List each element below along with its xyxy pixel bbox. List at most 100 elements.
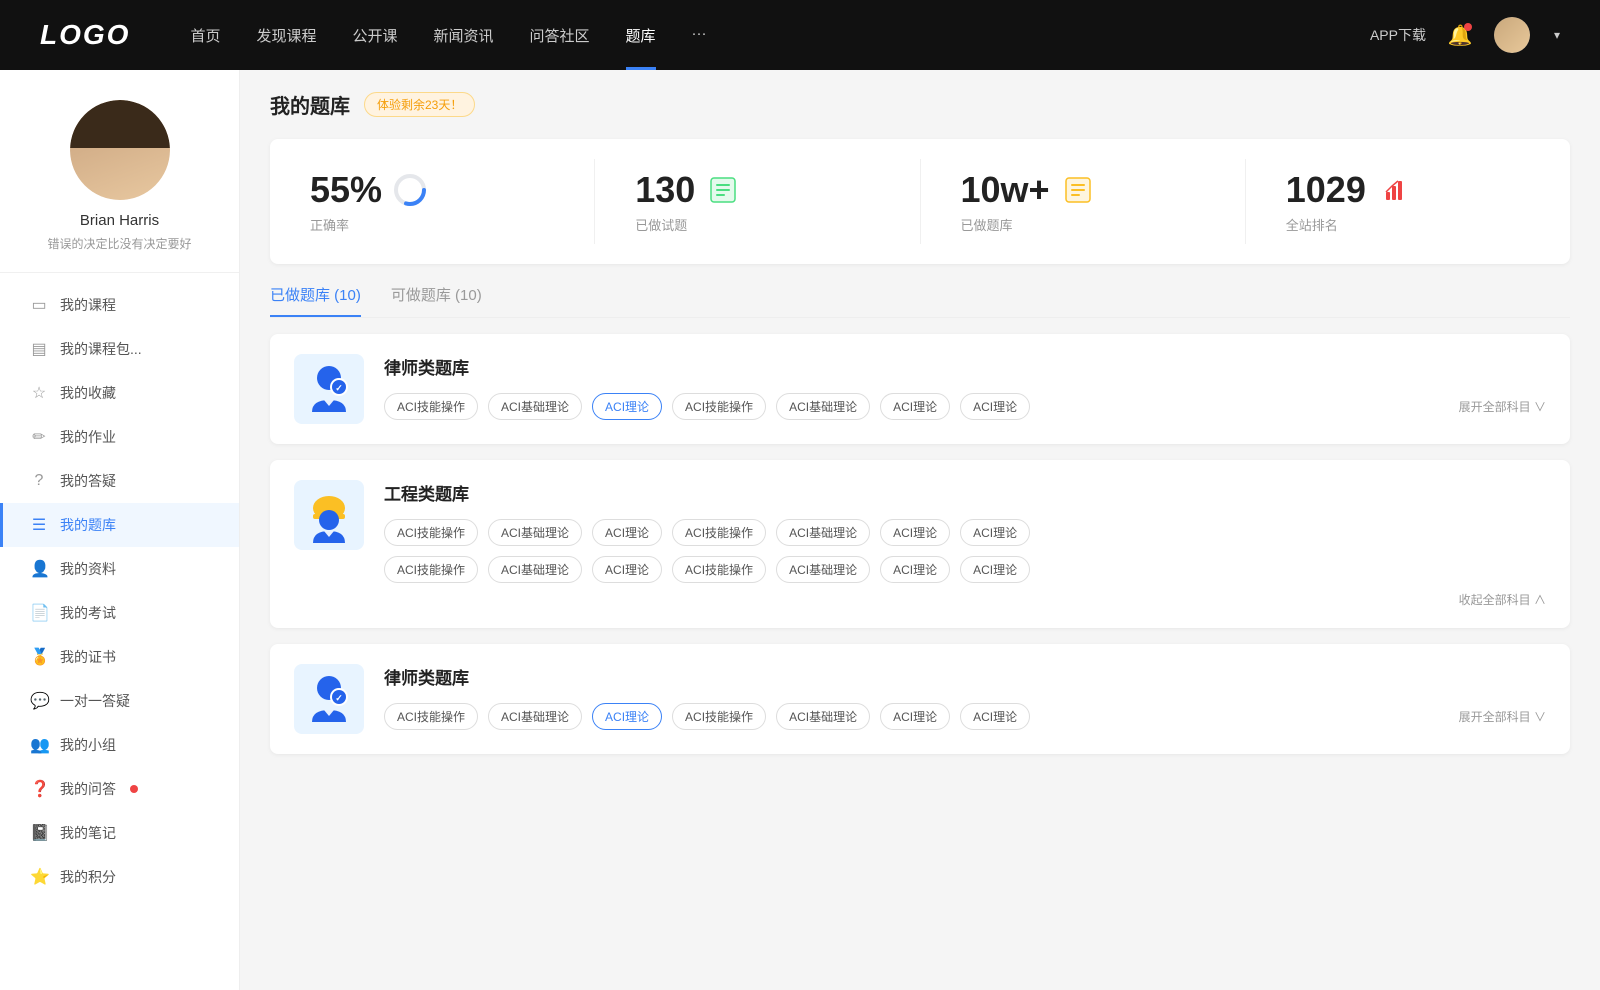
notification-bell[interactable]: 🔔 bbox=[1446, 21, 1474, 49]
bank-card-lawyer-2-tags: ACI技能操作 ACI基础理论 ACI理论 ACI技能操作 ACI基础理论 AC… bbox=[384, 703, 1546, 730]
profile-name: Brian Harris bbox=[80, 212, 159, 229]
engineer-icon-wrap bbox=[294, 480, 364, 550]
edit-icon: ✏ bbox=[30, 427, 48, 447]
app-download-link[interactable]: APP下载 bbox=[1370, 25, 1426, 45]
donut-chart-icon bbox=[392, 172, 428, 208]
sidebar-label-group: 我的小组 bbox=[60, 735, 116, 755]
stat-accuracy-top: 55% bbox=[310, 169, 428, 211]
tag-2-11[interactable]: ACI技能操作 bbox=[672, 556, 766, 583]
sidebar-item-my-course[interactable]: ▭ 我的课程 bbox=[0, 283, 239, 327]
avatar[interactable] bbox=[70, 100, 170, 200]
tag-2-8[interactable]: ACI技能操作 bbox=[384, 556, 478, 583]
logo[interactable]: LOGO bbox=[40, 19, 130, 51]
tag-3-3[interactable]: ACI理论 bbox=[592, 703, 662, 730]
sidebar-item-exam[interactable]: 📄 我的考试 bbox=[0, 591, 239, 635]
sidebar-item-my-qa[interactable]: ❓ 我的问答 bbox=[0, 767, 239, 811]
sidebar-item-homework[interactable]: ✏ 我的作业 bbox=[0, 415, 239, 459]
bank-card-lawyer-2-title: 律师类题库 bbox=[384, 664, 1546, 689]
tag-3-2[interactable]: ACI基础理论 bbox=[488, 703, 582, 730]
tag-2-12[interactable]: ACI基础理论 bbox=[776, 556, 870, 583]
qa-dot bbox=[130, 785, 138, 793]
collapse-link[interactable]: 收起全部科目 ∧ bbox=[384, 591, 1546, 608]
stat-rank-top: 1029 bbox=[1286, 169, 1412, 211]
doc-icon: 📄 bbox=[30, 603, 48, 623]
tag-1-5[interactable]: ACI基础理论 bbox=[776, 393, 870, 420]
bank-card-lawyer-1-body: 律师类题库 ACI技能操作 ACI基础理论 ACI理论 ACI技能操作 ACI基… bbox=[384, 354, 1546, 420]
tag-2-4[interactable]: ACI技能操作 bbox=[672, 519, 766, 546]
nav-home[interactable]: 首页 bbox=[190, 25, 220, 46]
question-icon: ? bbox=[30, 472, 48, 490]
tag-2-6[interactable]: ACI理论 bbox=[880, 519, 950, 546]
sidebar-label-points: 我的积分 bbox=[60, 867, 116, 887]
expand-link-1[interactable]: 展开全部科目 ∨ bbox=[1459, 398, 1546, 415]
stat-done-banks-top: 10w+ bbox=[961, 169, 1096, 211]
cert-icon: 🏅 bbox=[30, 647, 48, 667]
tag-2-3[interactable]: ACI理论 bbox=[592, 519, 662, 546]
tab-done-banks[interactable]: 已做题库 (10) bbox=[270, 284, 361, 317]
stat-done-questions-top: 130 bbox=[635, 169, 741, 211]
tag-2-5[interactable]: ACI基础理论 bbox=[776, 519, 870, 546]
page-title: 我的题库 bbox=[270, 90, 350, 119]
tag-2-1[interactable]: ACI技能操作 bbox=[384, 519, 478, 546]
stats-bar: 55% 正确率 130 bbox=[270, 139, 1570, 264]
nav-opencourse[interactable]: 公开课 bbox=[352, 25, 397, 46]
profile-motto: 错误的决定比没有决定要好 bbox=[47, 235, 191, 252]
sidebar-item-points[interactable]: ⭐ 我的积分 bbox=[0, 855, 239, 899]
tag-1-6[interactable]: ACI理论 bbox=[880, 393, 950, 420]
tag-1-3[interactable]: ACI理论 bbox=[592, 393, 662, 420]
person-icon: 👤 bbox=[30, 559, 48, 579]
stat-done-banks-label: 已做题库 bbox=[961, 215, 1013, 234]
sidebar-label-cert: 我的证书 bbox=[60, 647, 116, 667]
nav-links: 首页 发现课程 公开课 新闻资讯 问答社区 题库 ··· bbox=[190, 25, 1370, 46]
nav-more[interactable]: ··· bbox=[692, 25, 707, 46]
sidebar-item-cert[interactable]: 🏅 我的证书 bbox=[0, 635, 239, 679]
page-header: 我的题库 体验剩余23天！ bbox=[270, 90, 1570, 119]
tag-3-7[interactable]: ACI理论 bbox=[960, 703, 1030, 730]
tag-2-10[interactable]: ACI理论 bbox=[592, 556, 662, 583]
tag-1-2[interactable]: ACI基础理论 bbox=[488, 393, 582, 420]
tag-3-1[interactable]: ACI技能操作 bbox=[384, 703, 478, 730]
tag-2-13[interactable]: ACI理论 bbox=[880, 556, 950, 583]
sidebar-item-qa[interactable]: ? 我的答疑 bbox=[0, 459, 239, 503]
nav-qa[interactable]: 问答社区 bbox=[530, 25, 590, 46]
tag-1-1[interactable]: ACI技能操作 bbox=[384, 393, 478, 420]
tag-2-14[interactable]: ACI理论 bbox=[960, 556, 1030, 583]
sidebar-label-1on1: 一对一答疑 bbox=[60, 691, 130, 711]
expand-link-3[interactable]: 展开全部科目 ∨ bbox=[1459, 708, 1546, 725]
stat-done-banks: 10w+ 已做题库 bbox=[921, 159, 1246, 244]
user-menu-chevron[interactable]: ▾ bbox=[1554, 28, 1560, 42]
sidebar-label-my-qa: 我的问答 bbox=[60, 779, 116, 799]
group-icon: 👥 bbox=[30, 735, 48, 755]
tag-2-2[interactable]: ACI基础理论 bbox=[488, 519, 582, 546]
sidebar-label-homework: 我的作业 bbox=[60, 427, 116, 447]
tag-2-7[interactable]: ACI理论 bbox=[960, 519, 1030, 546]
nav-news[interactable]: 新闻资讯 bbox=[434, 25, 494, 46]
sidebar-item-course-pack[interactable]: ▤ 我的课程包... bbox=[0, 327, 239, 371]
sidebar-item-1on1[interactable]: 💬 一对一答疑 bbox=[0, 679, 239, 723]
file-icon: ▭ bbox=[30, 295, 48, 315]
tag-1-7[interactable]: ACI理论 bbox=[960, 393, 1030, 420]
sidebar-item-bank[interactable]: ☰ 我的题库 bbox=[0, 503, 239, 547]
tag-2-9[interactable]: ACI基础理论 bbox=[488, 556, 582, 583]
sidebar-label-notes: 我的笔记 bbox=[60, 823, 116, 843]
tag-3-4[interactable]: ACI技能操作 bbox=[672, 703, 766, 730]
stat-rank-label: 全站排名 bbox=[1286, 215, 1338, 234]
nav-bank[interactable]: 题库 bbox=[626, 25, 656, 46]
tag-3-5[interactable]: ACI基础理论 bbox=[776, 703, 870, 730]
page-body: Brian Harris 错误的决定比没有决定要好 ▭ 我的课程 ▤ 我的课程包… bbox=[0, 70, 1600, 990]
sidebar-label-bank: 我的题库 bbox=[60, 515, 116, 535]
tag-3-6[interactable]: ACI理论 bbox=[880, 703, 950, 730]
sidebar-profile: Brian Harris 错误的决定比没有决定要好 bbox=[0, 100, 239, 273]
sidebar-item-profile[interactable]: 👤 我的资料 bbox=[0, 547, 239, 591]
star-icon: ☆ bbox=[30, 383, 48, 403]
nav-discover[interactable]: 发现课程 bbox=[256, 25, 316, 46]
sidebar-item-notes[interactable]: 📓 我的笔记 bbox=[0, 811, 239, 855]
sidebar-item-group[interactable]: 👥 我的小组 bbox=[0, 723, 239, 767]
tag-1-4[interactable]: ACI技能操作 bbox=[672, 393, 766, 420]
sidebar-item-favorites[interactable]: ☆ 我的收藏 bbox=[0, 371, 239, 415]
user-avatar[interactable] bbox=[1494, 17, 1530, 53]
stat-done-questions: 130 已做试题 bbox=[595, 159, 920, 244]
lawyer-icon-wrap-2: ✓ bbox=[294, 664, 364, 734]
stat-rank-value: 1029 bbox=[1286, 169, 1366, 211]
tab-available-banks[interactable]: 可做题库 (10) bbox=[391, 284, 482, 317]
